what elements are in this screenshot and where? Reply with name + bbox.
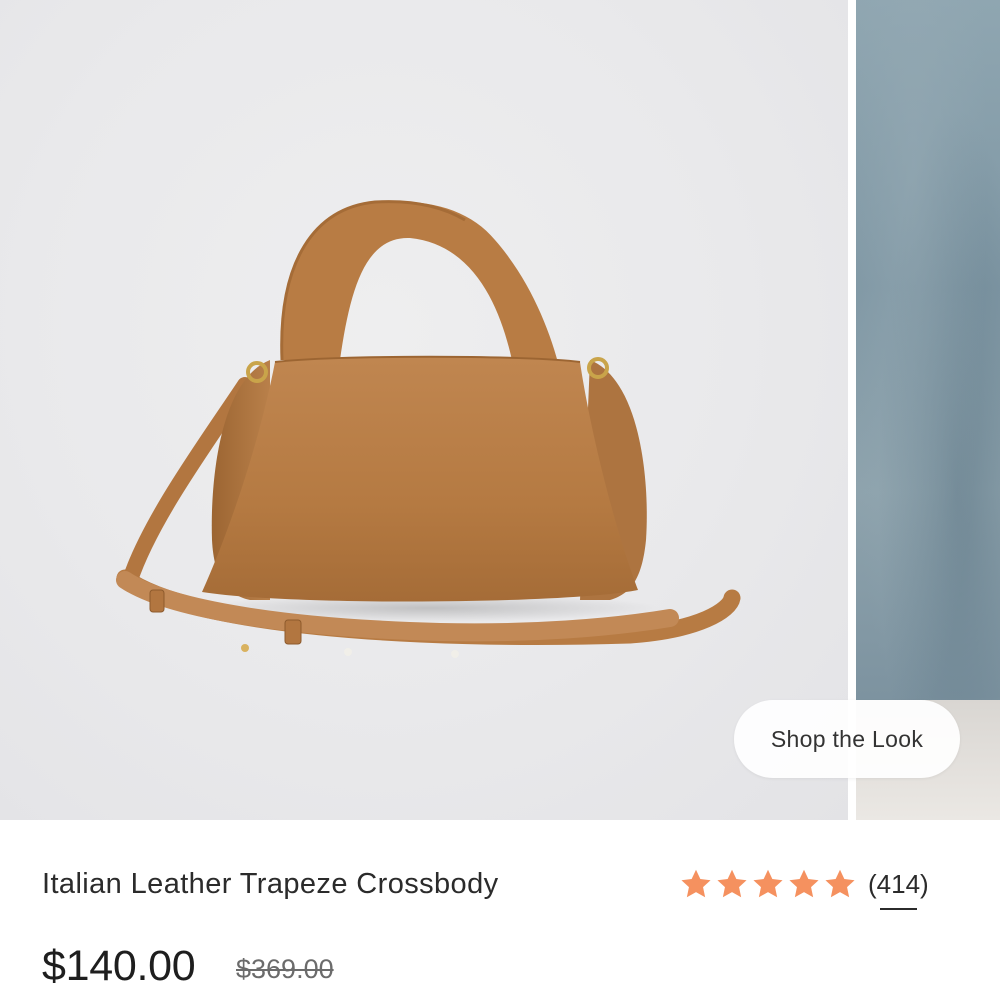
handbag-image <box>116 200 741 658</box>
product-image-main[interactable] <box>0 0 848 820</box>
product-info: Italian Leather Trapeze Crossbody (414) … <box>0 820 1000 1000</box>
review-count-underline <box>880 907 917 910</box>
rating-summary[interactable]: (414) <box>678 866 929 910</box>
star-icon <box>753 869 783 898</box>
star-icon <box>681 869 711 898</box>
product-image-carousel[interactable]: Shop the Look <box>0 0 1000 820</box>
product-image-next[interactable] <box>856 0 1000 820</box>
review-count-link[interactable]: (414) <box>868 868 929 910</box>
star-rating <box>678 866 858 902</box>
original-price: $369.00 <box>236 954 334 984</box>
shop-the-look-button[interactable]: Shop the Look <box>734 700 960 778</box>
sale-price: $140.00 <box>42 942 196 990</box>
star-icon <box>789 869 819 898</box>
star-icon <box>717 869 747 898</box>
product-title[interactable]: Italian Leather Trapeze Crossbody <box>42 868 499 901</box>
review-count-text: (414) <box>868 868 929 899</box>
star-icon <box>825 869 855 898</box>
